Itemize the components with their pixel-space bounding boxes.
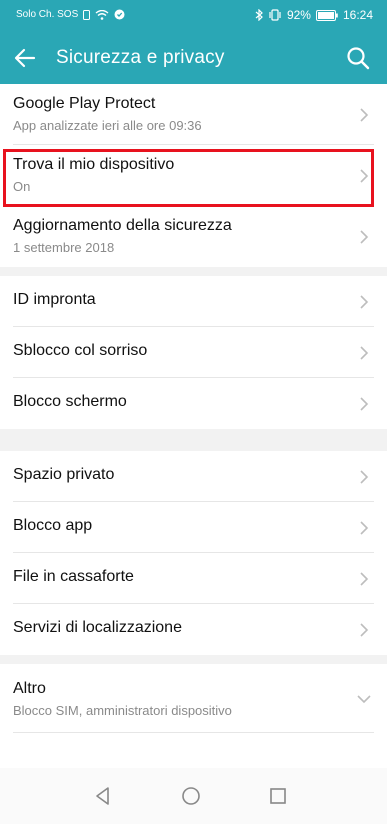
chevron-right-icon <box>360 294 369 309</box>
section-gap <box>0 267 387 276</box>
chevron-right-icon <box>360 520 369 535</box>
setting-subtitle: Blocco SIM, amministratori dispositivo <box>13 703 232 718</box>
setting-title: Spazio privato <box>13 466 115 483</box>
divider <box>13 732 374 733</box>
chevron-right-icon <box>360 396 369 411</box>
section-gap <box>0 429 387 451</box>
setting-title: ID impronta <box>13 291 96 308</box>
navigation-bar <box>0 768 387 824</box>
wifi-icon <box>95 9 109 20</box>
battery-percent: 92% <box>286 8 311 22</box>
settings-list: Google Play Protect App analizzate ieri … <box>0 84 387 733</box>
carrier-label: Solo Ch. SOS <box>16 9 79 20</box>
setting-private-space[interactable]: Spazio privato <box>0 451 387 502</box>
clock: 16:24 <box>342 8 373 22</box>
search-icon[interactable] <box>345 45 371 71</box>
section-gap <box>0 655 387 664</box>
setting-subtitle: On <box>13 179 31 194</box>
setting-subtitle: 1 settembre 2018 <box>13 240 115 255</box>
setting-title: Google Play Protect <box>13 95 156 112</box>
chevron-right-icon <box>360 107 369 122</box>
status-left: Solo Ch. SOS <box>16 9 125 20</box>
back-arrow-icon[interactable] <box>12 45 38 71</box>
setting-title: Sblocco col sorriso <box>13 342 148 359</box>
status-right: 92% 16:24 <box>255 8 373 22</box>
chevron-right-icon <box>360 168 369 183</box>
chevron-right-icon <box>360 229 369 244</box>
setting-app-lock[interactable]: Blocco app <box>0 502 387 553</box>
setting-title: Blocco schermo <box>13 393 127 410</box>
setting-fingerprint-id[interactable]: ID impronta <box>0 276 387 327</box>
setting-title: Altro <box>13 680 46 697</box>
setting-face-unlock[interactable]: Sblocco col sorriso <box>0 327 387 378</box>
status-bar: Solo Ch. SOS 92% 16:24 <box>0 0 387 32</box>
setting-more[interactable]: Altro Blocco SIM, amministratori disposi… <box>0 664 387 733</box>
chevron-right-icon <box>360 469 369 484</box>
setting-subtitle: App analizzate ieri alle ore 09:36 <box>13 118 202 133</box>
chevron-right-icon <box>360 571 369 586</box>
chevron-right-icon <box>360 345 369 360</box>
vibrate-icon <box>269 9 281 21</box>
shield-icon <box>114 9 125 20</box>
setting-google-play-protect[interactable]: Google Play Protect App analizzate ieri … <box>0 84 387 145</box>
setting-file-safe[interactable]: File in cassaforte <box>0 553 387 604</box>
setting-title: Servizi di localizzazione <box>13 619 182 636</box>
chevron-right-icon <box>360 622 369 637</box>
setting-title: Blocco app <box>13 517 93 534</box>
setting-title: Trova il mio dispositivo <box>13 156 175 173</box>
setting-title: File in cassaforte <box>13 568 134 585</box>
bluetooth-icon <box>255 9 263 21</box>
home-circle-icon[interactable] <box>178 783 204 809</box>
setting-location-services[interactable]: Servizi di localizzazione <box>0 604 387 655</box>
battery-icon <box>315 9 338 21</box>
setting-title: Aggiornamento della sicurezza <box>13 217 232 234</box>
sim-icon <box>83 9 91 20</box>
setting-security-update[interactable]: Aggiornamento della sicurezza 1 settembr… <box>0 206 387 267</box>
chevron-down-icon <box>357 694 371 703</box>
setting-screen-lock[interactable]: Blocco schermo <box>0 378 387 429</box>
setting-find-my-device[interactable]: Trova il mio dispositivo On <box>0 145 387 206</box>
app-bar: Sicurezza e privacy <box>0 32 387 84</box>
recents-square-icon[interactable] <box>265 783 291 809</box>
page-title: Sicurezza e privacy <box>56 47 225 68</box>
back-triangle-icon[interactable] <box>90 783 116 809</box>
